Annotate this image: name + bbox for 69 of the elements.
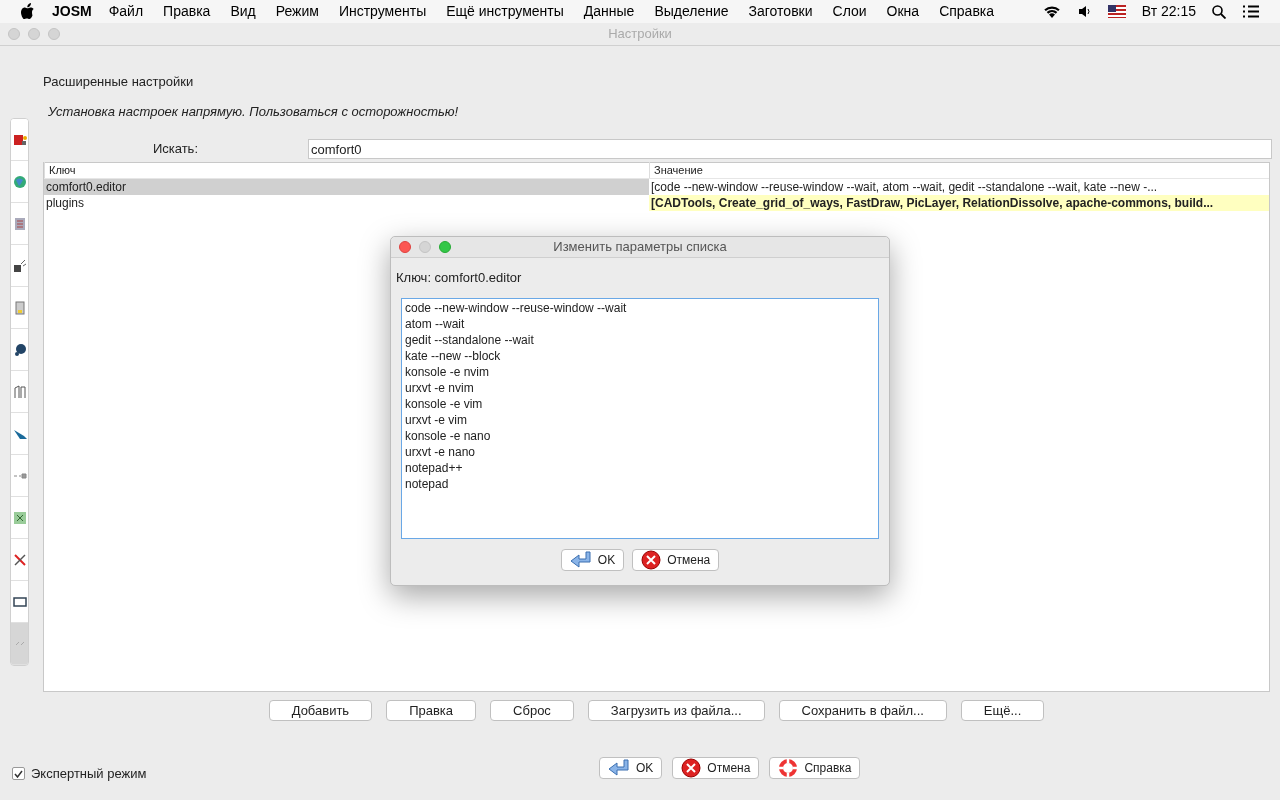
list-line: notepad <box>405 475 450 492</box>
panel-title: Расширенные настройки <box>43 73 195 91</box>
menu-item[interactable]: Слои <box>832 1 867 22</box>
wifi-icon[interactable] <box>1041 4 1062 19</box>
search-icon[interactable] <box>1212 4 1226 19</box>
help-button[interactable]: Справка <box>769 757 861 779</box>
lifebuoy-icon <box>778 758 799 778</box>
list-line: gedit --standalone --wait <box>405 331 535 348</box>
panel-button[interactable]: Ещё... <box>960 700 1045 721</box>
menu-item[interactable]: Файл <box>108 1 144 22</box>
key-label: Ключ: comfort0.editor <box>396 269 523 287</box>
menu-item[interactable]: Окна <box>886 1 920 22</box>
ok-button[interactable]: OK <box>599 757 663 779</box>
globe-icon <box>11 173 28 190</box>
check-icon <box>14 769 23 778</box>
list-line: konsole -e vim <box>405 395 484 412</box>
expert-mode-label: Экспертный режим <box>31 765 147 783</box>
panel-button[interactable]: Добавить <box>268 700 373 721</box>
zoom-button[interactable] <box>439 241 451 253</box>
list-icon[interactable] <box>1242 5 1260 18</box>
menu-item[interactable]: Вид <box>230 1 256 22</box>
dialog-title: Изменить параметры списка <box>553 238 727 257</box>
menu-item[interactable]: Ещё инструменты <box>446 1 564 22</box>
apple-icon[interactable] <box>20 3 35 20</box>
list-line: urxvt -e nano <box>405 443 477 460</box>
clock[interactable]: Вт 22:15 <box>1141 1 1196 22</box>
list-text-area[interactable] <box>401 297 879 539</box>
app-name[interactable]: JOSM <box>52 1 92 22</box>
list-line: code --new-window --reuse-window --wait <box>405 299 628 316</box>
sidebar-tab[interactable] <box>11 119 28 161</box>
list-line: kate --new --block <box>405 347 502 364</box>
warning-text: Установка настроек напрямую. Пользоваться с осторожностью! <box>48 102 460 121</box>
panel-button[interactable]: Загрузить из файла... <box>587 700 765 721</box>
menu-item[interactable]: Данные <box>583 1 635 22</box>
panel-button[interactable]: Сброс <box>490 700 574 721</box>
ok-button[interactable]: OK <box>560 548 625 571</box>
window-title: Настройки <box>608 25 672 44</box>
table-cell[interactable]: [code --new-window --reuse-window --wait, atom --wait, gedit --standalone --wait, kate --new -... <box>649 179 1269 195</box>
flag-icon[interactable] <box>1107 5 1126 18</box>
search-label: Искать: <box>151 140 199 159</box>
list-line: atom --wait <box>405 315 466 332</box>
panel-button[interactable]: Правка <box>386 700 477 721</box>
panel-button[interactable]: Сохранить в файл... <box>778 700 947 721</box>
table-cell[interactable]: plugins <box>44 195 649 211</box>
table-cell[interactable]: comfort0.editor <box>44 179 649 195</box>
list-line: notepad++ <box>405 459 464 476</box>
menu-item[interactable]: Справка <box>939 1 995 22</box>
menu-item[interactable]: Выделение <box>654 1 729 22</box>
search-field[interactable]: comfort0 <box>308 139 1272 159</box>
cancel-button[interactable]: Отмена <box>672 757 760 779</box>
list-line: konsole -e nano <box>405 427 492 444</box>
menu-item[interactable]: Правка <box>163 1 211 22</box>
expert-mode-checkbox[interactable] <box>12 767 25 781</box>
menu-item[interactable]: Инструменты <box>338 1 427 22</box>
list-line: urxvt -e vim <box>405 411 468 428</box>
table-cell[interactable]: [CADTools, Create_grid_of_ways, FastDraw, PicLayer, RelationDissolve, apache-commons, build... <box>649 195 1269 211</box>
volume-icon[interactable] <box>1077 5 1092 18</box>
cancel-icon <box>681 758 702 778</box>
menu-item[interactable]: Режим <box>275 1 319 22</box>
list-line: urxvt -e nvim <box>405 379 475 396</box>
return-arrow-icon <box>569 550 592 569</box>
list-line: konsole -e nvim <box>405 363 491 380</box>
cancel-icon <box>641 549 662 570</box>
return-arrow-icon <box>608 759 630 777</box>
close-button[interactable] <box>399 241 411 253</box>
column-header[interactable]: Ключ <box>44 161 649 178</box>
column-header[interactable]: Значение <box>649 161 1269 178</box>
cancel-button[interactable]: Отмена <box>632 548 720 571</box>
menu-item[interactable]: Заготовки <box>748 1 813 22</box>
